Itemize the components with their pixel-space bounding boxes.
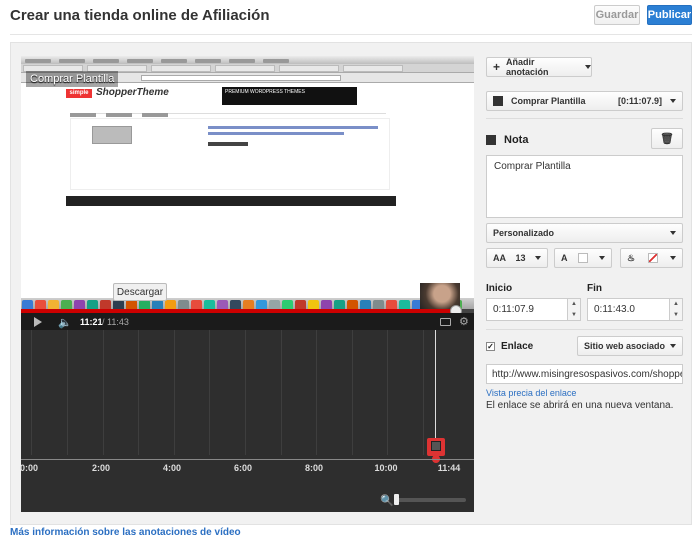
- text-color-select[interactable]: A: [554, 248, 612, 268]
- link-type-value: Sitio web asociado: [584, 341, 666, 351]
- text-color-swatch: [578, 253, 589, 263]
- total-time: / 11:43: [102, 317, 129, 327]
- captions-icon[interactable]: [440, 318, 451, 326]
- annotation-time: [0:11:07.9]: [617, 96, 662, 106]
- note-type-text: Nota: [504, 134, 529, 146]
- style-select[interactable]: Personalizado: [486, 223, 683, 243]
- blog-title: ShopperTheme: [96, 87, 169, 98]
- annotation-timeline[interactable]: [21, 330, 474, 512]
- link-preview-link[interactable]: Vista precia del enlace: [486, 388, 576, 398]
- background-color-select[interactable]: ♨: [620, 248, 683, 268]
- delete-button[interactable]: 🗑: [651, 128, 683, 149]
- background-color-swatch: [647, 253, 658, 263]
- blog-footer: [66, 196, 396, 206]
- divider: [486, 329, 683, 330]
- end-label: Fin: [587, 283, 602, 294]
- chevron-down-icon: [670, 231, 676, 235]
- header-divider: [10, 34, 692, 35]
- new-window-note: El enlace se abrirá en una nueva ventana…: [486, 400, 674, 411]
- timeline-playhead[interactable]: [435, 330, 436, 450]
- annotation-name: Comprar Plantilla: [511, 96, 586, 106]
- note-icon: [493, 96, 503, 106]
- video-annotation-overlay[interactable]: Comprar Plantilla: [26, 71, 119, 87]
- start-time-stepper[interactable]: ▲ ▼: [567, 299, 580, 320]
- timeline-axis: [21, 459, 474, 460]
- end-time-stepper[interactable]: ▲ ▼: [669, 299, 682, 320]
- style-value: Personalizado: [493, 228, 555, 238]
- link-type-select[interactable]: Sitio web asociado: [577, 336, 683, 356]
- paint-bucket-icon: ♨: [627, 252, 636, 263]
- plus-icon: +: [493, 60, 501, 74]
- link-toggle[interactable]: ✓ Enlace: [486, 341, 533, 352]
- font-size-select[interactable]: AA 13: [486, 248, 548, 268]
- font-size-value: 13: [515, 253, 526, 263]
- zoom-icon: 🔍: [380, 495, 394, 507]
- download-button: Descargar: [113, 283, 167, 301]
- chevron-down-icon: [534, 256, 541, 260]
- link-checkbox[interactable]: ✓: [486, 342, 495, 351]
- gear-icon[interactable]: ⚙: [459, 315, 469, 328]
- chevron-down-icon: [585, 65, 591, 69]
- end-time-value: 0:11:43.0: [594, 304, 635, 315]
- note-type-label: Nota: [486, 134, 528, 146]
- play-icon[interactable]: [34, 317, 42, 327]
- product-price: [208, 142, 248, 146]
- add-annotation-label: Añadir anotación: [506, 57, 549, 77]
- blog-banner: PREMIUM WORDPRESS THEMES: [222, 87, 357, 105]
- volume-icon[interactable]: 🔈: [58, 316, 72, 329]
- timeline-tick: 10:00: [374, 463, 398, 473]
- timeline-tick: 6:00: [233, 463, 253, 473]
- start-time-input[interactable]: 0:11:07.9 ▲ ▼: [486, 298, 581, 321]
- product-image: [92, 126, 132, 144]
- start-time-value: 0:11:07.9: [493, 304, 534, 315]
- timeline-tick: 2:00: [91, 463, 111, 473]
- page-title: Crear una tienda online de Afiliación: [10, 7, 270, 24]
- add-annotation-button[interactable]: + Añadir anotación: [486, 57, 592, 77]
- text-color-icon: A: [561, 253, 568, 263]
- blog-nav: [70, 108, 386, 117]
- product-description: [208, 126, 378, 138]
- more-info-link[interactable]: Más información sobre las anotaciones de…: [10, 527, 241, 538]
- timeline-tick: 0:00: [19, 463, 39, 473]
- blog-logo: simple: [66, 89, 92, 98]
- end-time-input[interactable]: 0:11:43.0 ▲ ▼: [587, 298, 683, 321]
- save-button[interactable]: Guardar: [594, 5, 640, 25]
- annotation-selector[interactable]: Comprar Plantilla [0:11:07.9]: [486, 91, 683, 111]
- divider: [486, 118, 683, 119]
- trash-icon: 🗑: [660, 133, 674, 145]
- zoom-slider-handle[interactable]: [394, 494, 399, 505]
- start-label: Inicio: [486, 283, 513, 294]
- link-url-input[interactable]: http://www.misingresospasivos.com/shoppe…: [486, 364, 683, 384]
- chevron-down-icon: [669, 256, 676, 260]
- timeline-tick: 4:00: [162, 463, 182, 473]
- note-text-area[interactable]: Comprar Plantilla: [486, 155, 683, 218]
- chevron-down-icon: [670, 344, 676, 348]
- link-label: Enlace: [501, 341, 534, 352]
- font-size-icon: AA: [493, 253, 506, 263]
- timeline-tick: 8:00: [304, 463, 324, 473]
- note-icon: [486, 135, 496, 145]
- publish-button[interactable]: Publicar: [647, 5, 692, 25]
- chevron-down-icon: [670, 99, 676, 103]
- chevron-down-icon: [599, 256, 605, 260]
- current-time: 11:21: [80, 317, 103, 327]
- zoom-slider[interactable]: [396, 498, 466, 502]
- video-menu-bar: [21, 56, 474, 64]
- timeline-tick: 11:44: [437, 463, 461, 473]
- annotation-marker[interactable]: [427, 438, 445, 456]
